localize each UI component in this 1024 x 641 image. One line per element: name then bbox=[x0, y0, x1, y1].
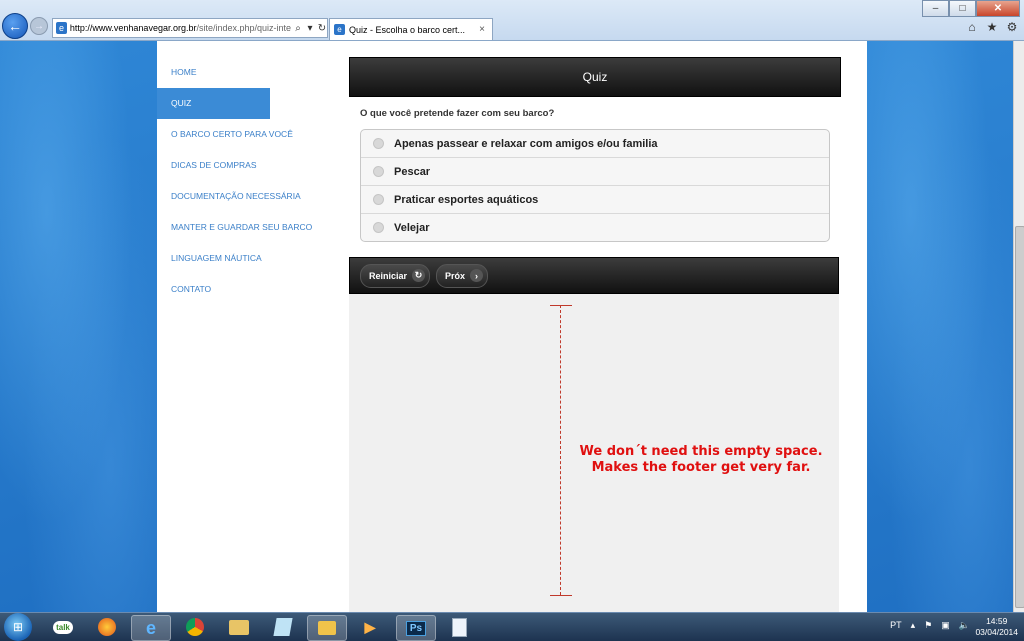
dimension-cap-top bbox=[550, 305, 572, 306]
sidebar-item-quiz[interactable]: QUIZ bbox=[157, 88, 270, 119]
talk-icon: talk bbox=[53, 620, 73, 634]
window-controls: – □ ✕ bbox=[922, 0, 1020, 17]
chevron-right-icon: › bbox=[470, 269, 484, 282]
volume-icon[interactable]: 🔈 bbox=[959, 620, 970, 631]
clock[interactable]: 14:59 03/04/2014 bbox=[975, 616, 1018, 638]
quiz-header: Quiz bbox=[349, 57, 841, 97]
back-button[interactable]: ← bbox=[2, 13, 28, 39]
folder-icon bbox=[229, 619, 249, 635]
annotation-line-1: We don´t need this empty space. bbox=[579, 444, 823, 459]
option-esportes[interactable]: Praticar esportes aquáticos bbox=[361, 185, 829, 213]
toolbar-icons: ⌂ ★ ⚙ bbox=[966, 20, 1018, 34]
tray-expand-icon[interactable]: ▴ bbox=[911, 620, 916, 631]
sidebar-item-barco-certo[interactable]: O BARCO CERTO PARA VOCÊ bbox=[157, 119, 345, 150]
empty-space-area: We don´t need this empty space. Makes th… bbox=[349, 294, 839, 612]
ie-page-icon: e bbox=[334, 24, 345, 35]
option-pescar[interactable]: Pescar bbox=[361, 157, 829, 185]
refresh-icon[interactable]: ↻ bbox=[317, 23, 327, 34]
quiz-footer-bar: Reiniciar ↻ Próx › bbox=[349, 257, 839, 294]
url-host: http://www.venhanavegar.org.br bbox=[69, 23, 197, 33]
radio-icon[interactable] bbox=[373, 138, 384, 149]
language-indicator[interactable]: PT bbox=[890, 620, 902, 631]
options-list: Apenas passear e relaxar com amigos e/ou… bbox=[360, 129, 830, 242]
taskbar-talk[interactable]: talk bbox=[44, 615, 82, 639]
sidebar-item-documentacao[interactable]: DOCUMENTAÇÃO NECESSÁRIA bbox=[157, 181, 345, 212]
sidebar-item-home[interactable]: HOME bbox=[157, 57, 345, 88]
dimension-line bbox=[560, 305, 561, 595]
option-label: Praticar esportes aquáticos bbox=[394, 193, 539, 206]
firefox-icon bbox=[98, 618, 116, 636]
windows-logo-icon: ⊞ bbox=[12, 620, 24, 634]
page-content: HOME QUIZ O BARCO CERTO PARA VOCÊ DICAS … bbox=[157, 41, 867, 612]
background-left bbox=[0, 41, 157, 612]
restart-button[interactable]: Reiniciar ↻ bbox=[360, 263, 431, 288]
annotation-line-2: Makes the footer get very far. bbox=[591, 460, 811, 475]
taskbar-explorer[interactable] bbox=[220, 615, 258, 639]
sidebar-nav: HOME QUIZ O BARCO CERTO PARA VOCÊ DICAS … bbox=[157, 57, 347, 305]
radio-icon[interactable] bbox=[373, 166, 384, 177]
next-label: Próx bbox=[445, 270, 466, 281]
sidebar-item-manter[interactable]: MANTER E GUARDAR SEU BARCO bbox=[157, 212, 345, 243]
address-bar[interactable]: e http://www.venhanavegar.org.br/site/in… bbox=[52, 18, 328, 38]
system-tray: PT ▴ ⚑ ▣ 🔈 bbox=[890, 620, 970, 631]
tab-title: Quiz - Escolha o barco cert... bbox=[349, 24, 466, 35]
chrome-icon bbox=[186, 618, 204, 636]
clock-time: 14:59 bbox=[986, 616, 1008, 626]
sidebar-item-dicas[interactable]: DICAS DE COMPRAS bbox=[157, 150, 345, 181]
clock-date: 03/04/2014 bbox=[975, 627, 1018, 637]
option-velejar[interactable]: Velejar bbox=[361, 213, 829, 241]
sidebar-item-linguagem[interactable]: LINGUAGEM NÁUTICA bbox=[157, 243, 345, 274]
close-button[interactable]: ✕ bbox=[976, 0, 1020, 17]
mail-icon bbox=[318, 621, 336, 635]
ie-page-icon: e bbox=[56, 22, 67, 34]
taskbar-chrome[interactable] bbox=[176, 615, 214, 639]
minimize-button[interactable]: – bbox=[922, 0, 949, 17]
restart-label: Reiniciar bbox=[369, 270, 408, 281]
taskbar-document[interactable] bbox=[440, 615, 478, 639]
gear-icon[interactable]: ⚙ bbox=[1006, 20, 1018, 34]
taskbar-firefox[interactable] bbox=[88, 615, 126, 639]
arrow-right-icon: → bbox=[34, 20, 44, 32]
search-icon[interactable]: ⌕ bbox=[293, 23, 303, 34]
document-icon bbox=[451, 617, 467, 637]
media-player-icon: ▶ bbox=[364, 618, 376, 635]
notepad-icon bbox=[273, 618, 293, 636]
arrow-left-icon: ← bbox=[8, 18, 22, 34]
vertical-scrollbar[interactable] bbox=[1013, 41, 1024, 612]
tab-close-button[interactable]: × bbox=[476, 24, 488, 35]
taskbar-outlook[interactable] bbox=[307, 615, 347, 641]
photoshop-icon: Ps bbox=[405, 620, 427, 636]
browser-chrome: ← → e http://www.venhanavegar.org.br/sit… bbox=[0, 0, 1024, 41]
favorites-star-icon[interactable]: ★ bbox=[986, 20, 998, 34]
maximize-button[interactable]: □ bbox=[949, 0, 976, 17]
option-label: Velejar bbox=[394, 221, 430, 234]
taskbar-notepad[interactable] bbox=[264, 615, 302, 639]
radio-icon[interactable] bbox=[373, 222, 384, 233]
taskbar-ie[interactable]: e bbox=[131, 615, 171, 641]
sidebar-item-contato[interactable]: CONTATO bbox=[157, 274, 345, 305]
annotation-text: We don´t need this empty space. Makes th… bbox=[571, 444, 831, 476]
flag-icon[interactable]: ⚑ bbox=[924, 620, 932, 631]
radio-icon[interactable] bbox=[373, 194, 384, 205]
option-label: Pescar bbox=[394, 165, 431, 178]
taskbar-media[interactable]: ▶ bbox=[351, 615, 389, 639]
ie-icon: e bbox=[145, 617, 156, 638]
option-passear[interactable]: Apenas passear e relaxar com amigos e/ou… bbox=[361, 130, 829, 157]
taskbar-photoshop[interactable]: Ps bbox=[396, 615, 436, 641]
background-right bbox=[867, 41, 1013, 612]
network-icon[interactable]: ▣ bbox=[941, 620, 950, 631]
option-label: Apenas passear e relaxar com amigos e/ou… bbox=[394, 137, 658, 150]
url-path: /site/index.php/quiz-inte bbox=[196, 23, 292, 33]
refresh-icon: ↻ bbox=[412, 269, 426, 282]
next-button[interactable]: Próx › bbox=[436, 263, 489, 288]
dimension-cap-bottom bbox=[550, 595, 572, 596]
tab-quiz[interactable]: e Quiz - Escolha o barco cert... × bbox=[329, 18, 493, 40]
home-icon[interactable]: ⌂ bbox=[966, 20, 978, 34]
question-text: O que você pretende fazer com seu barco? bbox=[360, 108, 555, 119]
taskbar: ⊞ talk e ▶ Ps PT ▴ ⚑ ▣ 🔈 14:59 03/04/201… bbox=[0, 612, 1024, 641]
dropdown-icon[interactable]: ▾ bbox=[305, 23, 315, 34]
forward-button[interactable]: → bbox=[30, 17, 48, 35]
scrollbar-thumb[interactable] bbox=[1015, 226, 1024, 608]
start-button[interactable]: ⊞ bbox=[4, 613, 32, 641]
